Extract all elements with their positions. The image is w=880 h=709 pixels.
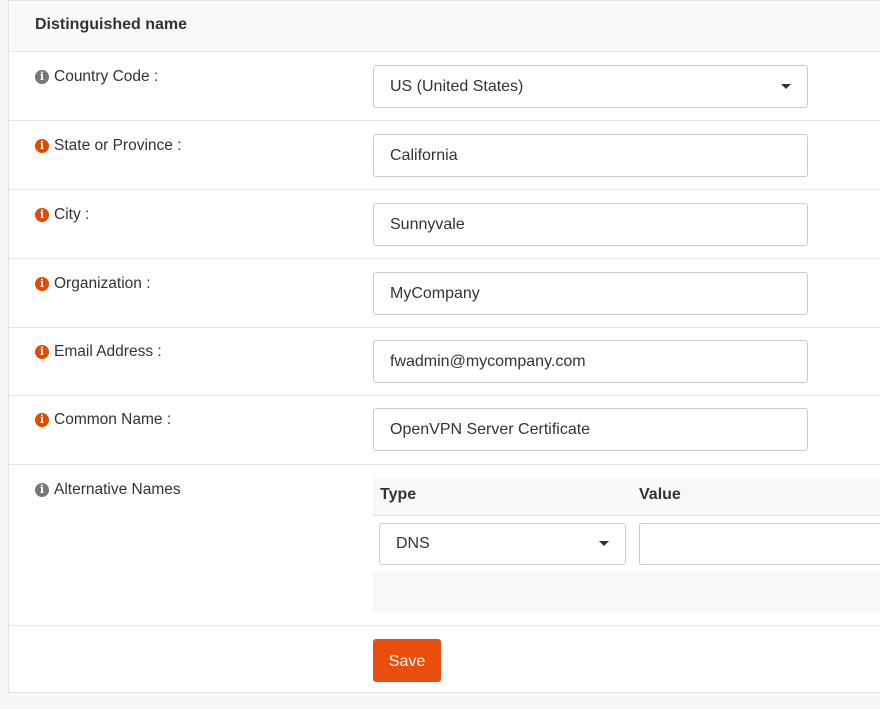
alt-name-value-input[interactable] xyxy=(639,523,880,565)
info-icon[interactable]: i xyxy=(35,70,49,84)
info-icon[interactable]: i xyxy=(35,139,49,153)
row-country-code: i Country Code : US (United States) xyxy=(9,52,880,121)
value-column-header: Value xyxy=(639,486,681,503)
alt-name-type-select[interactable]: DNS xyxy=(379,523,626,565)
distinguished-name-panel: Distinguished name i Country Code : US (U… xyxy=(8,0,880,693)
row-organization: i Organization : MyCompany xyxy=(9,259,880,328)
form-footer: Save xyxy=(9,625,880,694)
row-city: i City : Sunnyvale xyxy=(9,190,880,259)
info-icon[interactable]: i xyxy=(35,208,49,222)
country-code-select[interactable]: US (United States) xyxy=(373,65,808,108)
type-column-header: Type xyxy=(380,486,417,503)
info-icon[interactable]: i xyxy=(35,413,49,427)
info-icon[interactable]: i xyxy=(35,277,49,291)
row-state: i State or Province : California xyxy=(9,121,880,190)
common-name-input[interactable]: OpenVPN Server Certificate xyxy=(373,408,808,451)
organization-input[interactable]: MyCompany xyxy=(373,272,808,315)
alt-names-label-wrap: i Alternative Names xyxy=(35,481,181,499)
organization-label: Organization : xyxy=(54,275,151,292)
alt-names-table: Type Value DNS xyxy=(373,478,880,612)
info-icon[interactable]: i xyxy=(35,345,49,359)
state-label: State or Province : xyxy=(54,137,182,154)
alt-names-label: Alternative Names xyxy=(54,481,181,498)
chevron-down-icon xyxy=(599,541,609,546)
section-header: Distinguished name xyxy=(9,1,880,52)
country-code-label: Country Code : xyxy=(54,68,159,85)
city-input[interactable]: Sunnyvale xyxy=(373,203,808,246)
section-title: Distinguished name xyxy=(35,16,188,33)
save-button[interactable]: Save xyxy=(373,639,441,682)
email-label: Email Address : xyxy=(54,343,162,360)
city-label: City : xyxy=(54,206,90,223)
row-email: i Email Address : fwadmin@mycompany.com xyxy=(9,328,880,396)
info-icon[interactable]: i xyxy=(35,483,49,497)
row-common-name: i Common Name : OpenVPN Server Certificat… xyxy=(9,396,880,465)
chevron-down-icon xyxy=(781,84,791,89)
email-input[interactable]: fwadmin@mycompany.com xyxy=(373,340,808,383)
common-name-label: Common Name : xyxy=(54,411,172,428)
state-input[interactable]: California xyxy=(373,134,808,177)
